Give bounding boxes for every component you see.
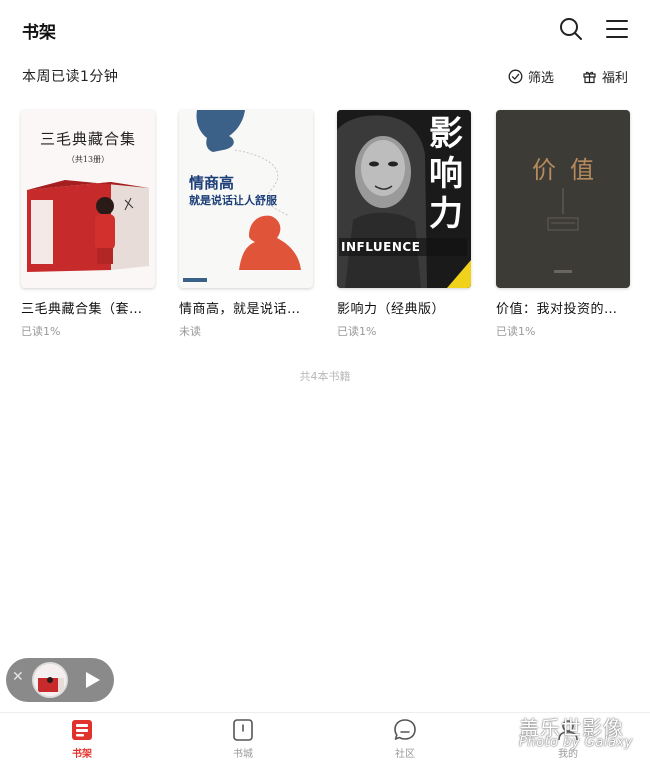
community-icon	[394, 719, 416, 740]
boxset-illustration	[27, 180, 149, 272]
book-cover[interactable]: 三毛典藏合集 （共13册）	[21, 110, 155, 288]
subbar: 本周已读1分钟 筛选 福利	[0, 58, 650, 94]
book-title: 价值：我对投资的…	[496, 302, 618, 317]
cover-title: 情商高	[189, 174, 235, 192]
book-progress: 已读1%	[496, 325, 536, 338]
cover-subtitle: 就是说话让人舒服	[189, 194, 277, 207]
menu-icon	[606, 20, 628, 38]
search-icon	[560, 18, 582, 40]
book-progress: 已读1%	[337, 325, 377, 338]
nav-label: 书城	[233, 749, 253, 760]
book-progress: 未读	[179, 325, 201, 338]
filter-check-icon	[508, 69, 523, 83]
search-button[interactable]	[558, 16, 584, 42]
header: 书架	[0, 0, 650, 58]
cover-english-title: INFLUENCE	[341, 240, 421, 254]
book-cover[interactable]: 影响力 INFLUENCE	[337, 110, 471, 288]
watermark-line2: Photo by Galaxy	[519, 735, 633, 750]
nav-tab-bookstore[interactable]: 书城	[203, 717, 283, 763]
book-progress: 已读1%	[21, 325, 61, 338]
book-item[interactable]: 三毛典藏合集 （共13册） 三毛典藏合集（套… 已读1%	[21, 110, 155, 339]
book-item[interactable]: 价值 价值：我对投资的… 已读1%	[496, 110, 630, 339]
mini-player[interactable]: ✕	[6, 658, 114, 702]
camera-watermark: 盖乐世影像 Photo by Galaxy	[519, 712, 643, 752]
play-icon[interactable]	[82, 670, 102, 690]
welfare-label: 福利	[602, 70, 629, 86]
filter-label: 筛选	[528, 70, 555, 86]
bookstore-icon	[233, 719, 253, 741]
bookshelf-icon	[72, 720, 92, 740]
nav-tab-community[interactable]: 社区	[365, 717, 445, 763]
cover-decoration	[547, 188, 579, 273]
welfare-button[interactable]: 福利	[582, 66, 628, 86]
weekly-reading-time: 本周已读1分钟	[22, 69, 119, 85]
book-title: 影响力（经典版）	[337, 302, 446, 317]
nav-tab-bookshelf[interactable]: 书架	[42, 717, 122, 763]
cover-title: 影响力	[429, 114, 463, 234]
menu-button[interactable]	[604, 17, 630, 41]
book-cover[interactable]: 情商高 就是说话让人舒服	[179, 110, 313, 288]
page-title: 书架	[22, 23, 56, 43]
book-cover[interactable]: 价值	[496, 110, 630, 288]
player-cover[interactable]	[32, 662, 68, 698]
nav-label: 书架	[72, 749, 92, 760]
gift-icon	[583, 71, 596, 83]
book-item[interactable]: 影响力 INFLUENCE 影响力（经典版） 已读1%	[337, 110, 471, 339]
close-icon[interactable]: ✕	[12, 669, 24, 685]
book-title: 情商高，就是说话…	[179, 302, 301, 317]
nav-label: 社区	[395, 749, 415, 760]
book-item[interactable]: 情商高 就是说话让人舒服 情商高，就是说话… 未读	[179, 110, 313, 339]
player-cover-art	[34, 664, 66, 696]
filter-button[interactable]: 筛选	[508, 66, 554, 86]
book-title: 三毛典藏合集（套…	[21, 302, 143, 317]
book-count: 共4本书籍	[299, 370, 351, 383]
